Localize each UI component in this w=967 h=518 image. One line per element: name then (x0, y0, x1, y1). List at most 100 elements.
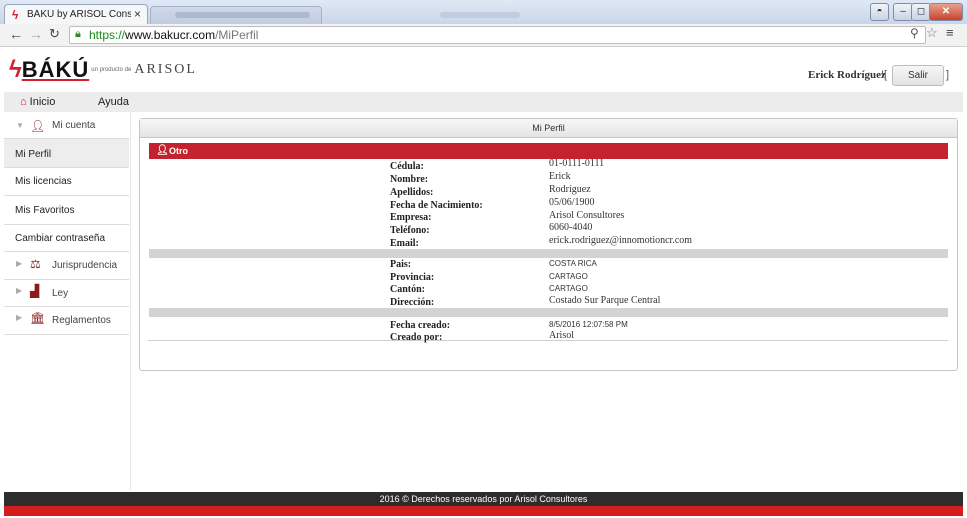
sidebar-group-my-account[interactable]: ▼ 👤︎ Mi cuenta (4, 119, 129, 139)
section-header: 👤︎ Otro (149, 143, 948, 159)
menu-home[interactable]: ⌂ Inicio (20, 96, 55, 108)
sidebar-group-label: Ley (52, 288, 69, 299)
window-maximize-icon[interactable]: ◻ (911, 3, 931, 21)
triangle-right-icon: ▶ (16, 259, 23, 268)
triangle-down-icon: ▼ (16, 121, 24, 130)
url-path: /MiPerfil (215, 28, 259, 42)
logo-byline: un producto de (91, 67, 132, 73)
footer: 2016 © Derechos reservados por Arisol Co… (4, 492, 963, 506)
home-icon: ⌂ (20, 96, 27, 108)
window-close-icon[interactable]: ✕ (929, 3, 963, 21)
baku-logo[interactable]: ϟBÁKÚ un producto de ARISOL (9, 56, 197, 84)
window-user-icon[interactable]: ◓ (870, 3, 889, 21)
profile-panel: Mi Perfil 👤︎ Otro Cédula: 01-0111-0111 N… (139, 118, 958, 371)
blurred-title-text (440, 12, 520, 18)
sidebar-item-my-licenses[interactable]: Mis licencias (4, 167, 129, 196)
field-label: Email: (390, 238, 419, 249)
window-minimize-icon[interactable]: – (893, 3, 913, 21)
blurred-tab-text (175, 12, 310, 18)
lightning-bolt-icon: ϟ (9, 56, 22, 83)
podium-icon: ▟ (30, 284, 40, 298)
field-label: Creado por: (390, 332, 443, 343)
menu-home-label: Inicio (29, 96, 56, 108)
building-icon: 🏛︎ (30, 311, 46, 325)
footer-red-band (4, 506, 963, 516)
user-icon: 👤︎ (156, 145, 169, 156)
field-value: 05/06/1900 (549, 197, 595, 208)
field-label: Dirección: (390, 297, 435, 308)
sidebar-item-my-favorites[interactable]: Mis Favoritos (4, 196, 129, 225)
sidebar-group-reglamentos[interactable]: ▶ 🏛︎ Reglamentos (4, 307, 129, 335)
logo-arisol-text: ARISOL (134, 62, 197, 77)
field-label: Fecha de Nacimiento: (390, 200, 483, 211)
field-value: 6060-4040 (549, 222, 593, 233)
address-bar[interactable]: 🔒︎ https://www.bakucr.com/MiPerfil (69, 26, 926, 44)
lock-icon: 🔒︎ (75, 28, 81, 40)
zoom-icon[interactable]: ⚲ (910, 26, 919, 40)
field-label: Pais: (390, 259, 412, 270)
tab-close-icon[interactable]: × (134, 7, 141, 21)
sidebar-item-change-password[interactable]: Cambiar contraseña (4, 225, 129, 252)
user-name: Erick Rodríguez (808, 69, 886, 81)
field-label: Provincia: (390, 272, 435, 283)
browser-menu-icon[interactable]: ≡ (946, 25, 954, 40)
url-text[interactable]: https://www.bakucr.com/MiPerfil (89, 28, 258, 42)
field-label: Nombre: (390, 174, 429, 185)
logout-button[interactable]: Salir (892, 65, 944, 86)
field-value: Arisol Consultores (549, 210, 625, 221)
field-value: 8/5/2016 12:07:58 PM (549, 320, 628, 329)
sidebar-item-label: Mis Favoritos (15, 205, 75, 216)
logo-baku-text: BÁKÚ (21, 57, 90, 82)
field-label: Cédula: (390, 161, 424, 172)
field-label: Cantón: (390, 284, 426, 295)
bracket-close: ] (946, 69, 950, 81)
browser-tab-title: BÁKÚ by ARISOL Consulto (27, 9, 131, 20)
url-protocol: https:// (89, 28, 126, 42)
browser-toolbar: ← → ↻ 🔒︎ https://www.bakucr.com/MiPerfil (0, 24, 967, 47)
field-value: COSTA RICA (549, 259, 597, 268)
profile-details: 👤︎ Otro Cédula: 01-0111-0111 Nombre: Eri… (148, 143, 948, 343)
sidebar-group-jurisprudencia[interactable]: ▶ ⚖ Jurisprudencia (4, 253, 129, 280)
field-label: Fecha creado: (390, 320, 451, 331)
field-label: Apellidos: (390, 187, 434, 198)
bookmark-star-icon[interactable]: ☆ (926, 25, 938, 41)
menu-help[interactable]: Ayuda (98, 96, 129, 108)
browser-tab-active[interactable]: ϟ BÁKÚ by ARISOL Consulto × (4, 4, 148, 25)
browser-titlebar: ϟ BÁKÚ by ARISOL Consulto × ◓ – ◻ ✕ (0, 0, 967, 25)
field-value: Costado Sur Parque Central (549, 295, 661, 306)
app-header: ϟBÁKÚ un producto de ARISOL Erick Rodrígu… (0, 47, 967, 92)
baku-favicon-icon: ϟ (12, 8, 19, 22)
field-value: CARTAGO (549, 272, 588, 281)
forward-arrow-icon[interactable]: → (29, 26, 43, 42)
field-value: CARTAGO (549, 284, 588, 293)
reload-icon[interactable]: ↻ (49, 26, 60, 42)
field-value: 01-0111-0111 (549, 158, 605, 169)
sidebar-item-label: Mis licencias (15, 176, 72, 187)
sidebar-group-label: Reglamentos (52, 315, 111, 326)
user-icon: 👤︎ (30, 119, 46, 133)
main-menubar: ⌂ Inicio Ayuda (4, 92, 963, 112)
sidebar-group-label: Jurisprudencia (52, 260, 118, 271)
bracket-open: ![ (881, 69, 888, 81)
panel-title: Mi Perfil (140, 119, 957, 138)
sidebar: ▼ 👤︎ Mi cuenta Mi Perfil Mis licencias M… (4, 113, 131, 490)
url-host: www.bakucr.com (125, 28, 216, 42)
triangle-right-icon: ▶ (16, 286, 23, 295)
section-separator (149, 249, 948, 258)
sidebar-item-my-profile[interactable]: Mi Perfil (4, 138, 129, 168)
sidebar-group-ley[interactable]: ▶ ▟ Ley (4, 280, 129, 307)
field-value: Arisol (549, 330, 574, 341)
back-arrow-icon[interactable]: ← (9, 26, 23, 42)
field-value: erick.rodriguez@innomotioncr.com (549, 235, 693, 246)
gavel-icon: ⚖ (30, 257, 41, 271)
sidebar-item-label: Mi Perfil (15, 149, 52, 160)
triangle-right-icon: ▶ (16, 313, 23, 322)
section-title: Otro (169, 146, 188, 156)
field-label: Empresa: (390, 212, 432, 223)
sidebar-item-label: Cambiar contraseña (15, 233, 106, 244)
section-separator (149, 308, 948, 317)
sidebar-my-account-label: Mi cuenta (52, 120, 96, 131)
field-label: Teléfono: (390, 225, 430, 236)
field-value: Erick (549, 171, 571, 182)
field-value: Rodríguez (549, 184, 591, 195)
